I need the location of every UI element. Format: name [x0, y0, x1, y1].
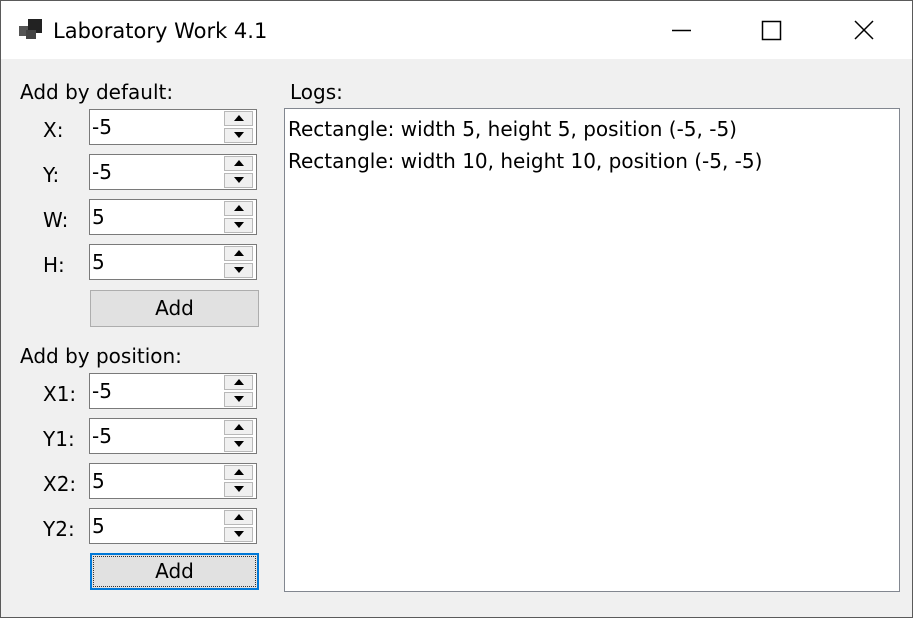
field-label-x: X:	[43, 118, 64, 142]
spin-up-arrow-icon[interactable]	[224, 246, 253, 261]
y2-stepper[interactable]: 5	[89, 508, 257, 544]
field-label-y1: Y1:	[43, 427, 75, 451]
spin-up-arrow-icon[interactable]	[224, 465, 253, 480]
x1-stepper-value[interactable]: -5	[92, 378, 112, 404]
field-label-x1: X1:	[43, 382, 77, 406]
h-stepper-value[interactable]: 5	[92, 249, 105, 275]
spin-down-arrow-icon[interactable]	[224, 128, 253, 143]
add-position-button[interactable]: Add	[90, 553, 259, 590]
y1-stepper[interactable]: -5	[89, 418, 257, 454]
maximize-button[interactable]	[727, 1, 819, 59]
spin-up-arrow-icon[interactable]	[224, 156, 253, 171]
x-stepper[interactable]: -5	[89, 109, 257, 145]
minimize-button[interactable]	[635, 1, 727, 59]
app-icon	[19, 19, 43, 41]
spin-up-arrow-icon[interactable]	[224, 201, 253, 216]
spin-up-arrow-icon[interactable]	[224, 375, 253, 390]
field-label-h: H:	[43, 253, 65, 277]
field-label-y2: Y2:	[43, 517, 75, 541]
h-stepper[interactable]: 5	[89, 244, 257, 280]
y1-stepper-value[interactable]: -5	[92, 423, 112, 449]
app-window: Laboratory Work 4.1 Add by default: X: -…	[0, 0, 913, 618]
maximize-icon	[761, 20, 782, 41]
spin-down-arrow-icon[interactable]	[224, 437, 253, 452]
title-bar[interactable]: Laboratory Work 4.1	[1, 1, 912, 59]
spin-down-arrow-icon[interactable]	[224, 482, 253, 497]
close-button[interactable]	[819, 1, 911, 59]
spin-down-arrow-icon[interactable]	[224, 218, 253, 233]
log-entry[interactable]: Rectangle: width 10, height 10, position…	[288, 148, 762, 174]
field-label-w: W:	[43, 208, 69, 232]
y-stepper-value[interactable]: -5	[92, 159, 112, 185]
y2-stepper-value[interactable]: 5	[92, 513, 105, 539]
x2-stepper[interactable]: 5	[89, 463, 257, 499]
add-default-heading: Add by default:	[20, 80, 174, 104]
field-label-y: Y:	[43, 163, 60, 187]
y-stepper[interactable]: -5	[89, 154, 257, 190]
add-default-button[interactable]: Add	[90, 290, 259, 327]
spin-down-arrow-icon[interactable]	[224, 173, 253, 188]
field-label-x2: X2:	[43, 472, 77, 496]
w-stepper-value[interactable]: 5	[92, 204, 105, 230]
spin-up-arrow-icon[interactable]	[224, 510, 253, 525]
add-position-heading: Add by position:	[20, 344, 182, 368]
x1-stepper[interactable]: -5	[89, 373, 257, 409]
x2-stepper-value[interactable]: 5	[92, 468, 105, 494]
spin-down-arrow-icon[interactable]	[224, 527, 253, 542]
minimize-icon	[672, 29, 691, 32]
spin-down-arrow-icon[interactable]	[224, 392, 253, 407]
window-title: Laboratory Work 4.1	[53, 19, 268, 43]
spin-down-arrow-icon[interactable]	[224, 263, 253, 278]
close-icon	[854, 20, 874, 40]
log-entry[interactable]: Rectangle: width 5, height 5, position (…	[288, 116, 737, 142]
logs-listbox[interactable]: Rectangle: width 5, height 5, position (…	[284, 108, 900, 592]
logs-heading: Logs:	[290, 80, 343, 104]
w-stepper[interactable]: 5	[89, 199, 257, 235]
x-stepper-value[interactable]: -5	[92, 114, 112, 140]
spin-up-arrow-icon[interactable]	[224, 111, 253, 126]
spin-up-arrow-icon[interactable]	[224, 420, 253, 435]
